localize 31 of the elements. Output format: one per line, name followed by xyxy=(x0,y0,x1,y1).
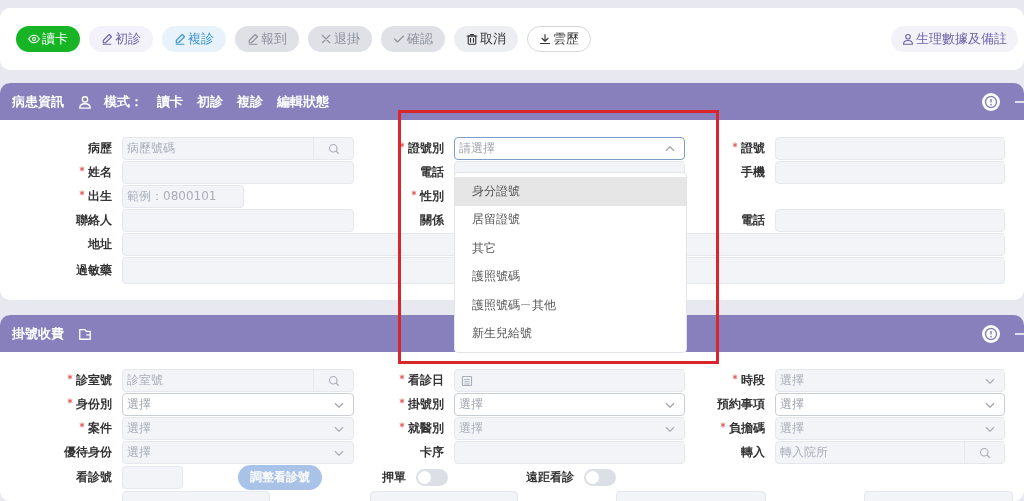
field-label: 性別 xyxy=(411,188,444,205)
field-label: 病歷 xyxy=(88,140,112,157)
field-label: 地址 xyxy=(88,236,112,253)
field-label: 姓名 xyxy=(79,164,112,181)
field-label: 預約事項 xyxy=(717,396,765,413)
field-label: 就醫別 xyxy=(399,420,444,437)
field-label: 遠距看診 xyxy=(526,469,574,486)
field-label: 身份別 xyxy=(67,396,112,413)
section-title: 掛號收費 xyxy=(12,324,64,343)
field-label: 卡序 xyxy=(420,444,444,461)
field-label: 診室號 xyxy=(67,372,112,389)
field-label: 轉入 xyxy=(741,444,765,461)
field-label: 證號別 xyxy=(399,140,444,157)
section-title: 病患資訊 xyxy=(12,92,64,111)
field-label: 關係 xyxy=(420,212,444,229)
field-label: 證號 xyxy=(732,140,765,157)
field-label: 案件 xyxy=(79,420,112,437)
field-label: 負擔碼 xyxy=(720,420,765,437)
field-label: 優待身份 xyxy=(64,444,112,461)
field-label: 看診號 xyxy=(76,469,112,486)
field-label: 過敏藥 xyxy=(76,262,112,279)
field-label: 聯絡人 xyxy=(76,212,112,229)
mode-label: 模式： xyxy=(104,92,143,111)
field-label: 看診日 xyxy=(399,372,444,389)
field-label: 出生 xyxy=(79,188,112,205)
field-label: 押單 xyxy=(382,469,406,486)
field-label: 電話 xyxy=(420,164,444,181)
field-label: 掛號別 xyxy=(399,396,444,413)
field-label: 電話 xyxy=(741,212,765,229)
field-label: 手機 xyxy=(741,164,765,181)
field-label: 時段 xyxy=(732,372,765,389)
